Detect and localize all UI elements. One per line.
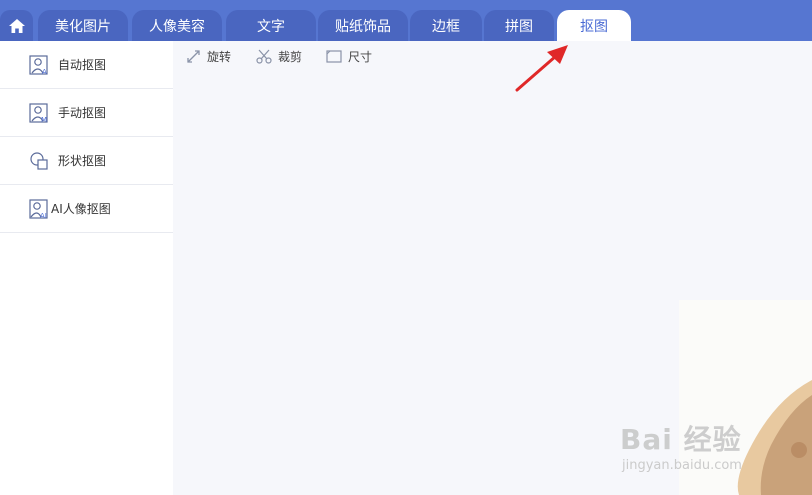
annotation-arrow-icon	[515, 45, 568, 92]
